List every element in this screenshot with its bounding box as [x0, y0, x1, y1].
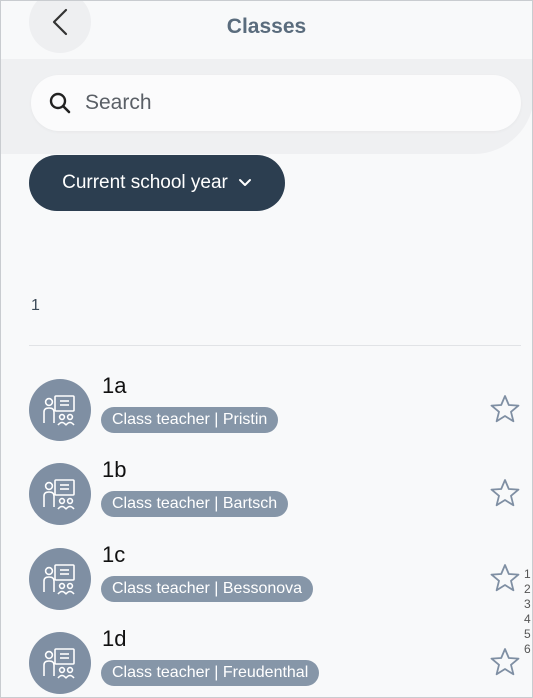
favorite-star-icon[interactable]: [489, 477, 521, 509]
list-item[interactable]: 1a Class teacher | Pristin: [1, 373, 532, 453]
class-teacher-badge: Class teacher | Pristin: [101, 407, 279, 433]
section-index-strip[interactable]: 1 2 3 4 5 6: [524, 567, 532, 657]
class-name: 1b: [102, 457, 127, 482]
chevron-down-icon: [238, 179, 251, 186]
class-teacher-icon: [43, 564, 75, 595]
class-teacher-badge: Class teacher | Bartsch: [101, 491, 289, 517]
class-teacher-badge: Class teacher | Bessonova: [101, 576, 314, 602]
app-screen: Classes Current school year 1: [0, 0, 533, 698]
class-name: 1a: [102, 373, 127, 398]
index-item[interactable]: 2: [524, 582, 532, 597]
index-item[interactable]: 6: [524, 642, 532, 657]
section-header: 1: [31, 297, 40, 314]
avatar: [29, 463, 91, 525]
school-year-filter-button[interactable]: Current school year: [29, 155, 285, 211]
avatar: [29, 632, 91, 694]
avatar: [29, 379, 91, 441]
class-teacher-icon: [43, 648, 75, 679]
index-item[interactable]: 1: [524, 567, 532, 582]
favorite-star-icon[interactable]: [489, 562, 521, 594]
section-divider: [29, 345, 521, 346]
list-item[interactable]: 1d Class teacher | Freudenthal: [1, 626, 532, 697]
filter-label: Current school year: [62, 172, 228, 193]
search-input[interactable]: [83, 90, 487, 116]
favorite-star-icon[interactable]: [489, 646, 521, 678]
page-title: Classes: [226, 15, 307, 38]
class-name: 1c: [102, 542, 126, 567]
class-teacher-icon: [43, 479, 75, 510]
index-item[interactable]: 3: [524, 597, 532, 612]
index-item[interactable]: 5: [524, 627, 532, 642]
index-item[interactable]: 4: [524, 612, 532, 627]
class-teacher-badge: Class teacher | Freudenthal: [101, 660, 320, 686]
favorite-star-icon[interactable]: [489, 393, 521, 425]
class-teacher-icon: [43, 395, 75, 426]
class-name: 1d: [102, 626, 127, 651]
avatar: [29, 548, 91, 610]
list-item[interactable]: 1b Class teacher | Bartsch: [1, 457, 532, 537]
search-icon: [49, 92, 71, 114]
list-item[interactable]: 1c Class teacher | Bessonova: [1, 542, 532, 622]
search-bar[interactable]: [31, 75, 521, 131]
